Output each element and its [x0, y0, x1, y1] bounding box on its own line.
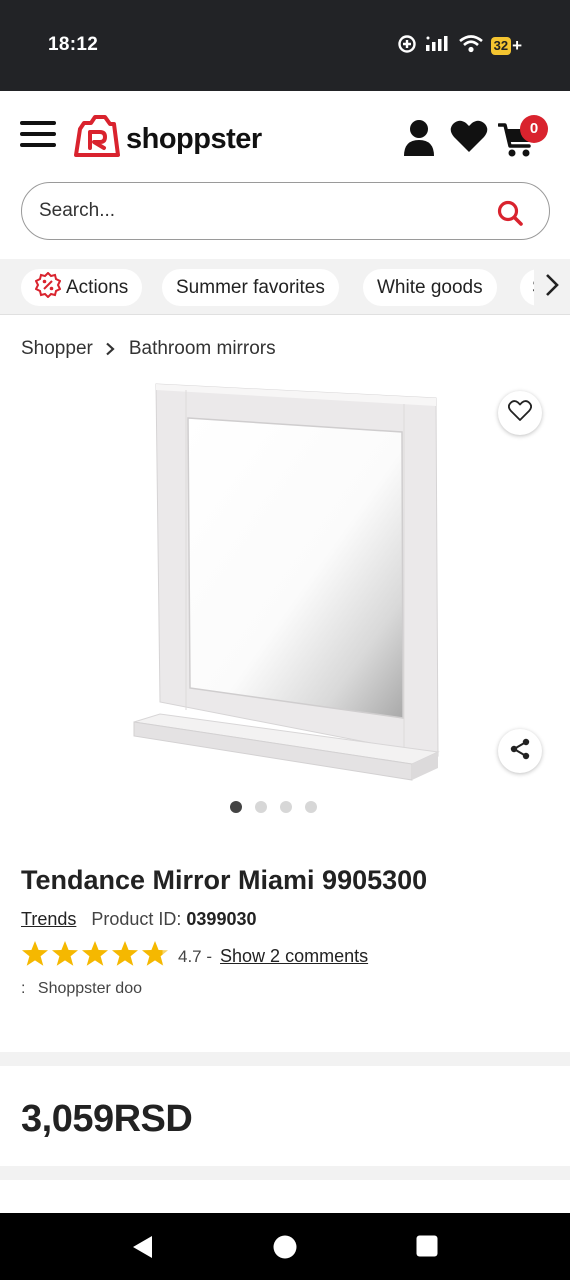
- logo[interactable]: shoppster: [74, 115, 262, 164]
- show-comments-link[interactable]: Show 2 comments: [220, 946, 368, 967]
- search-bar: [21, 182, 550, 240]
- logo-text: shoppster: [126, 123, 262, 155]
- system-nav-bar: [0, 1213, 570, 1280]
- wifi-icon: [458, 34, 483, 58]
- brand-link[interactable]: Trends: [21, 909, 76, 930]
- breadcrumb-current[interactable]: Bathroom mirrors: [129, 338, 276, 360]
- category-label: Summer favorites: [176, 276, 325, 298]
- battery-level: 32: [490, 37, 512, 55]
- heart-icon[interactable]: [450, 119, 488, 158]
- menu-icon[interactable]: [20, 121, 56, 153]
- discount-icon: [34, 271, 66, 304]
- share-button[interactable]: [498, 729, 542, 773]
- seller-row: : Shoppster doo: [21, 980, 142, 998]
- status-bar: 18:12 32 +: [0, 0, 570, 91]
- product-image[interactable]: [120, 380, 450, 790]
- home-icon[interactable]: [273, 1235, 297, 1264]
- app-header: shoppster 0: [0, 91, 570, 185]
- heart-outline-icon: [507, 399, 533, 427]
- cart-count-badge: 0: [520, 115, 548, 143]
- category-label: Actions: [66, 276, 129, 298]
- star-icon: [111, 940, 139, 973]
- search-icon[interactable]: [497, 200, 523, 231]
- category-strip: Actions Summer favorites White goods S: [0, 259, 570, 315]
- rating-stars: [21, 940, 169, 973]
- add-to-wishlist-button[interactable]: [498, 391, 542, 435]
- seller-name: Shoppster doo: [37, 980, 142, 997]
- star-half-icon: [141, 940, 169, 973]
- status-time: 18:12: [48, 34, 99, 55]
- shoppster-logo-icon: [74, 115, 120, 164]
- signal-icon: [425, 35, 451, 58]
- status-icons: 32 +: [397, 34, 522, 58]
- product-meta: Trends Product ID: 0399030: [21, 909, 256, 930]
- category-label: White goods: [377, 276, 483, 298]
- gallery-pagination: [230, 801, 317, 813]
- category-chip-white-goods[interactable]: White goods: [363, 269, 497, 306]
- section-divider: [0, 1166, 570, 1180]
- rating-row: 4.7 - Show 2 comments: [21, 940, 368, 973]
- breadcrumb-root[interactable]: Shopper: [21, 338, 93, 360]
- star-icon: [51, 940, 79, 973]
- data-saver-icon: [397, 34, 417, 59]
- seller-prefix: :: [21, 980, 26, 997]
- gallery-dot[interactable]: [255, 801, 267, 813]
- search-input[interactable]: [39, 183, 479, 239]
- category-chip-actions[interactable]: Actions: [21, 269, 143, 306]
- breadcrumb: Shopper Bathroom mirrors: [21, 338, 276, 360]
- gallery-dot[interactable]: [305, 801, 317, 813]
- product-id-value: 0399030: [186, 909, 257, 929]
- product-title: Tendance Mirror Miami 9905300: [21, 865, 428, 895]
- category-next-arrow[interactable]: [534, 259, 570, 314]
- star-icon: [81, 940, 109, 973]
- battery-charging: +: [512, 36, 522, 55]
- battery-icon: 32 +: [490, 36, 522, 56]
- product-id-label: Product ID:: [91, 909, 182, 929]
- category-chip-summer-favorites[interactable]: Summer favorites: [162, 269, 339, 306]
- rating-value: 4.7 -: [178, 946, 213, 966]
- section-divider: [0, 1052, 570, 1066]
- recent-apps-icon[interactable]: [416, 1235, 438, 1262]
- gallery-dot[interactable]: [230, 801, 242, 813]
- product-price: 3,059RSD: [21, 1098, 193, 1140]
- chevron-right-icon: [544, 273, 560, 302]
- share-icon: [509, 738, 531, 765]
- gallery-dot[interactable]: [280, 801, 292, 813]
- back-icon[interactable]: [131, 1235, 153, 1264]
- star-icon: [21, 940, 49, 973]
- chevron-right-icon: [105, 342, 115, 356]
- user-icon[interactable]: [402, 119, 436, 162]
